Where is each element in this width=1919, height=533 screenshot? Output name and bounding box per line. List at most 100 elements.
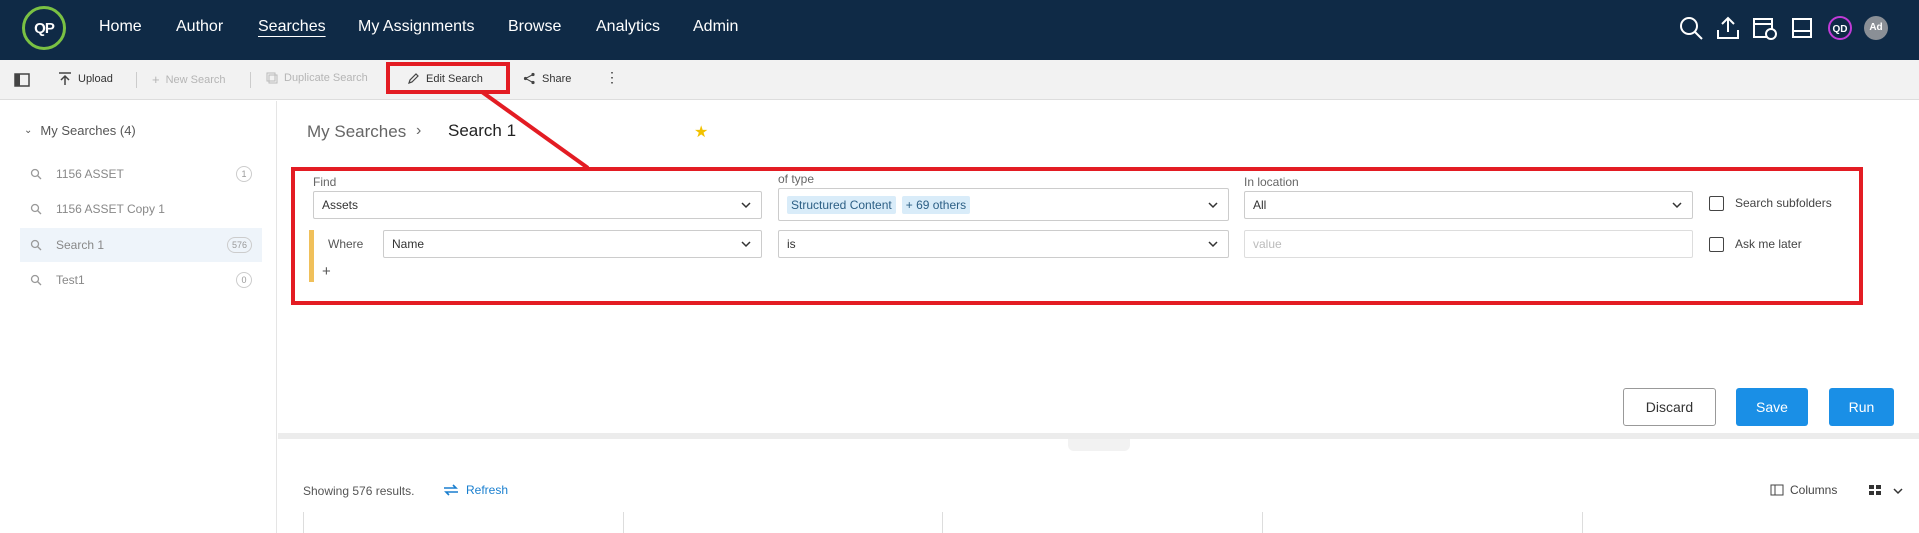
search-icon (30, 239, 42, 251)
find-select[interactable]: Assets (313, 191, 762, 219)
upload-label: Upload (78, 73, 113, 85)
sidebar-item-1156-asset-copy-1[interactable]: 1156 ASSET Copy 1 (20, 192, 262, 226)
chevron-down-icon (1208, 241, 1218, 248)
top-navigation-bar: QP Home Author Searches My Assignments B… (0, 0, 1919, 60)
discard-button[interactable]: Discard (1623, 388, 1716, 426)
columns-icon (1770, 484, 1784, 496)
sidebar-item-test1[interactable]: Test1 0 (20, 263, 262, 297)
where-operator-select[interactable]: is (778, 230, 1229, 258)
upload-icon (59, 72, 71, 85)
nav-admin[interactable]: Admin (693, 18, 738, 36)
sidebar-item-label: Search 1 (56, 238, 105, 252)
ask-me-later-checkbox[interactable] (1709, 237, 1724, 252)
action-toolbar: Upload + New Search Duplicate Search Edi… (0, 60, 1919, 100)
nav-browse[interactable]: Browse (508, 18, 561, 36)
results-count: Showing 576 results. (303, 484, 415, 498)
avatar-qd[interactable]: QD (1828, 16, 1852, 40)
type-select[interactable]: Structured Content + 69 others (778, 188, 1229, 221)
logo-text: QP (34, 20, 55, 37)
share-button[interactable]: Share (523, 72, 571, 85)
chevron-down-icon (741, 202, 751, 209)
my-searches-label: My Searches (4) (40, 123, 136, 138)
duplicate-search-button[interactable]: Duplicate Search (266, 72, 368, 84)
search-icon (30, 274, 42, 286)
breadcrumb-separator: › (416, 122, 422, 139)
nav-analytics[interactable]: Analytics (596, 18, 660, 36)
refresh-button[interactable]: Refresh (442, 483, 508, 497)
location-label: In location (1244, 175, 1299, 189)
breadcrumb-my-searches[interactable]: My Searches (307, 122, 406, 142)
condition-value-input[interactable]: value (1244, 230, 1693, 258)
inbox-icon[interactable] (1789, 15, 1815, 41)
location-select[interactable]: All (1244, 191, 1693, 219)
where-field-select[interactable]: Name (383, 230, 762, 258)
favorite-star-icon[interactable]: ★ (694, 122, 708, 142)
condition-accent-bar (309, 230, 314, 282)
plus-icon: + (152, 72, 160, 87)
where-label: Where (328, 237, 364, 251)
find-value: Assets (322, 198, 359, 212)
nav-searches[interactable]: Searches (258, 18, 326, 36)
share-icon (523, 72, 535, 85)
new-search-button[interactable]: + New Search (152, 72, 226, 87)
toolbar-divider (250, 72, 251, 88)
saved-searches-sidebar: ⌄ My Searches (4) 1156 ASSET 1 1156 ASSE… (0, 101, 277, 533)
columns-label: Columns (1790, 483, 1838, 497)
type-label: of type (778, 172, 815, 186)
table-column-divider (942, 512, 943, 533)
qp-logo[interactable]: QP (22, 6, 66, 50)
upload-icon[interactable] (1715, 15, 1741, 41)
count-badge: 0 (236, 272, 252, 288)
run-button[interactable]: Run (1829, 388, 1894, 426)
grid-view-icon[interactable] (1868, 484, 1882, 496)
add-condition-button[interactable]: + (322, 263, 331, 280)
share-label: Share (542, 72, 572, 85)
nav-home[interactable]: Home (99, 18, 142, 36)
more-options-icon[interactable]: ⋮ (605, 69, 619, 86)
table-column-divider (303, 512, 304, 533)
chevron-down-icon (1672, 202, 1682, 209)
where-operator-value: is (787, 237, 796, 251)
type-more-chip[interactable]: + 69 others (901, 195, 971, 214)
nav-author[interactable]: Author (176, 18, 223, 36)
find-label: Find (313, 175, 337, 189)
refresh-icon (444, 484, 458, 496)
my-searches-header[interactable]: ⌄ My Searches (4) (24, 123, 136, 138)
chevron-down-icon (741, 241, 751, 248)
chevron-down-icon: ⌄ (24, 125, 33, 136)
search-subfolders-checkbox[interactable] (1709, 196, 1724, 211)
sidebar-item-label: 1156 ASSET Copy 1 (56, 202, 165, 216)
new-search-label: New Search (165, 73, 226, 86)
copy-icon (266, 72, 278, 84)
chevron-down-icon (1208, 202, 1218, 209)
sidebar-toggle-icon[interactable] (14, 72, 30, 88)
sidebar-item-label: 1156 ASSET (56, 167, 124, 181)
refresh-label: Refresh (466, 483, 509, 497)
avatar-ad[interactable]: Ad (1864, 16, 1888, 40)
search-subfolders-label: Search subfolders (1735, 196, 1832, 210)
search-icon[interactable] (1678, 15, 1704, 41)
nav-my-assignments[interactable]: My Assignments (358, 18, 474, 36)
calendar-clock-icon[interactable] (1752, 15, 1778, 41)
chevron-down-icon[interactable] (1893, 487, 1903, 495)
save-button[interactable]: Save (1736, 388, 1808, 426)
count-badge: 1 (236, 166, 252, 182)
duplicate-search-label: Duplicate Search (284, 72, 368, 84)
table-column-divider (1582, 512, 1583, 533)
search-icon (30, 168, 42, 180)
resize-handle[interactable] (1068, 439, 1130, 451)
sidebar-item-1156-asset[interactable]: 1156 ASSET 1 (20, 157, 262, 191)
value-placeholder: value (1253, 237, 1282, 251)
table-column-divider (1262, 512, 1263, 533)
count-badge: 576 (226, 237, 252, 253)
columns-button[interactable]: Columns (1770, 483, 1837, 497)
page-title: Search 1 (448, 121, 517, 140)
sidebar-item-label: Test1 (56, 273, 85, 287)
search-icon (30, 203, 42, 215)
upload-button[interactable]: Upload (58, 72, 113, 86)
toolbar-divider (136, 72, 137, 88)
ask-me-later-label: Ask me later (1735, 237, 1802, 251)
type-chip: Structured Content (787, 195, 896, 214)
sidebar-item-search-1[interactable]: Search 1 576 (20, 228, 262, 262)
location-value: All (1253, 198, 1267, 212)
